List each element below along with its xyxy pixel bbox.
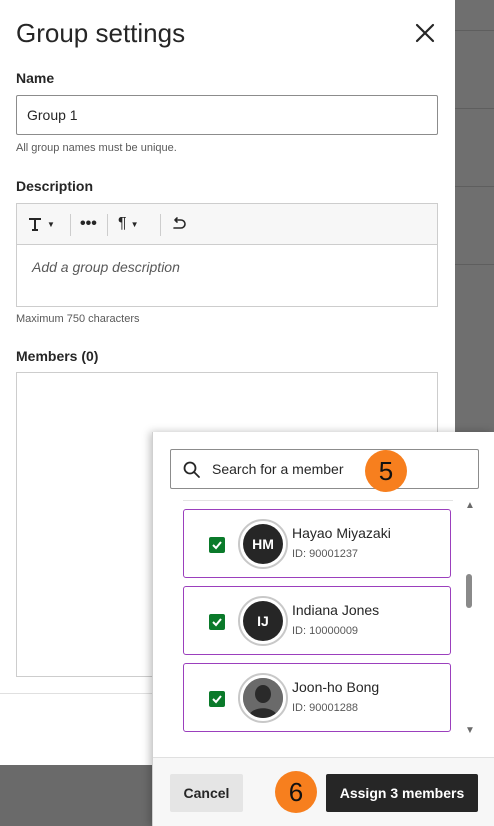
person-photo-icon [243, 678, 283, 718]
cancel-button[interactable]: Cancel [170, 774, 243, 812]
text-format-icon[interactable]: ▼ [27, 212, 55, 236]
list-item[interactable]: IJ Indiana Jones ID: 10000009 [183, 586, 451, 655]
search-placeholder: Search for a member [212, 461, 344, 477]
scroll-up-icon[interactable]: ▲ [465, 500, 475, 511]
description-label: Description [16, 178, 94, 194]
picker-footer: Cancel 6 Assign 3 members [153, 757, 494, 826]
member-id: ID: 10000009 [292, 625, 359, 637]
name-label: Name [16, 70, 55, 86]
step-badge: 6 [275, 771, 317, 813]
member-name: Hayao Miyazaki [292, 525, 391, 541]
step-badge: 5 [365, 450, 407, 492]
member-picker: Search for a member 5 HM Hayao Miyazaki … [152, 432, 494, 826]
avatar: HM [238, 519, 288, 569]
scroll-down-icon[interactable]: ▼ [465, 725, 475, 736]
list-item[interactable]: Joon-ho Bong ID: 90001288 [183, 663, 451, 732]
checkbox[interactable] [209, 691, 225, 707]
page-title: Group settings [16, 18, 186, 48]
members-label: Members (0) [16, 348, 99, 364]
divider [183, 497, 453, 501]
group-name-field[interactable] [16, 95, 438, 135]
editor-toolbar: ▼ ••• ¶ ▼ [17, 204, 437, 245]
checkbox[interactable] [209, 614, 225, 630]
member-name: Joon-ho Bong [292, 679, 380, 695]
name-hint: All group names must be unique. [16, 142, 177, 154]
assign-members-button[interactable]: Assign 3 members [326, 774, 478, 812]
more-icon[interactable]: ••• [80, 212, 97, 236]
search-icon [183, 461, 200, 478]
search-input[interactable]: Search for a member [170, 449, 479, 489]
scrollbar-thumb[interactable] [466, 574, 472, 608]
member-id: ID: 90001288 [292, 702, 359, 714]
undo-icon[interactable] [171, 212, 187, 236]
paragraph-icon[interactable]: ¶ ▼ [118, 212, 139, 236]
avatar: IJ [238, 596, 288, 646]
scrollbar[interactable]: ▲ ▼ [464, 500, 475, 738]
member-id: ID: 90001237 [292, 548, 359, 560]
description-hint: Maximum 750 characters [16, 313, 140, 325]
list-item[interactable]: HM Hayao Miyazaki ID: 90001237 [183, 509, 451, 578]
close-icon[interactable] [412, 20, 438, 46]
checkbox[interactable] [209, 537, 225, 553]
avatar [238, 673, 288, 723]
member-name: Indiana Jones [292, 602, 380, 618]
description-editor[interactable]: ▼ ••• ¶ ▼ Add a group description [16, 203, 438, 307]
description-placeholder: Add a group description [32, 259, 180, 275]
